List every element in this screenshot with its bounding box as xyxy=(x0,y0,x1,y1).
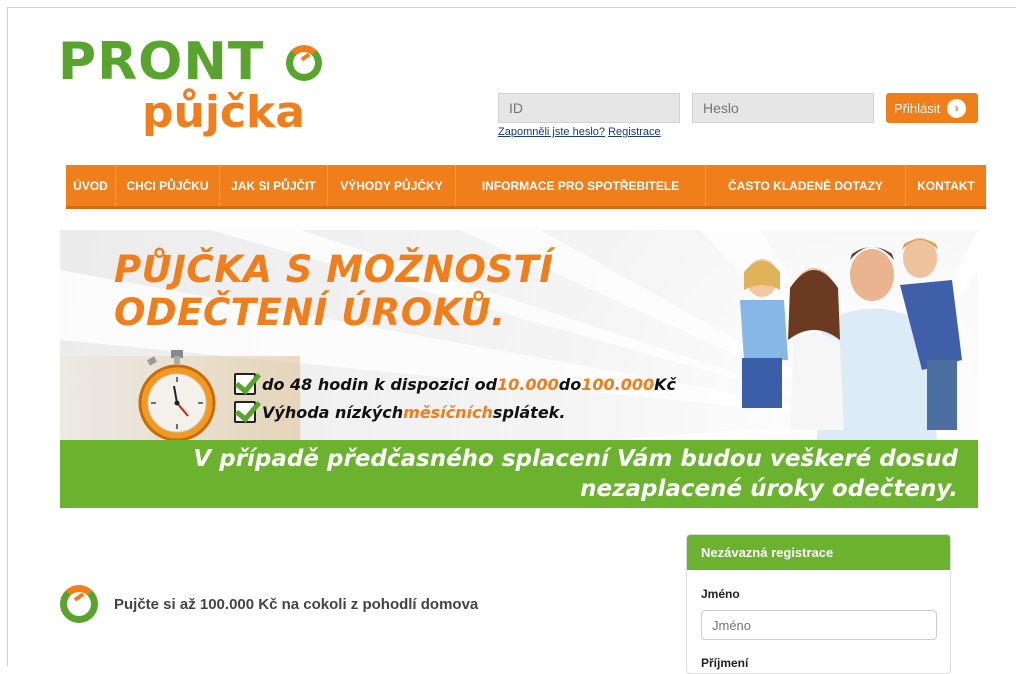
stopwatch-icon xyxy=(138,350,216,442)
registration-title: Nezávazná registrace xyxy=(687,535,950,570)
bullet-availability: do 48 hodin k dispozici od 10.000 do 100… xyxy=(234,370,676,398)
login-button-label: Přihlásit xyxy=(894,100,941,116)
bullet2-highlight: měsíčních xyxy=(403,402,493,422)
headline-line-1: PŮJČKA S MOŽNOSTÍ xyxy=(114,248,554,291)
logo[interactable]: PRONT půjčka xyxy=(58,32,322,152)
speedometer-icon xyxy=(60,585,98,623)
last-name-label: Příjmení xyxy=(701,656,749,670)
promo-text: Pujčte si až 100.000 Kč na cokoli z poho… xyxy=(114,596,479,613)
login-password-input[interactable] xyxy=(692,93,874,123)
bullet1-text: do 48 hodin k dispozici od xyxy=(262,374,498,394)
forgot-password-link[interactable]: Zapomněli jste heslo? xyxy=(498,126,605,138)
hero-banner[interactable]: PŮJČKA S MOŽNOSTÍ ODEČTENÍ ÚROKŮ. do 48 … xyxy=(60,230,978,508)
bullet-low-installments: Výhoda nízkých měsíčních splátek. xyxy=(234,398,676,426)
nav-item-faq[interactable]: ČASTO KLADENÉ DOTAZY xyxy=(706,165,906,206)
bullet2-text: Výhoda nízkých xyxy=(262,402,404,422)
family-photo xyxy=(740,238,962,440)
nav-item-informace[interactable]: INFORMACE PRO SPOTŘEBITELE xyxy=(456,165,706,206)
banner-bullets: do 48 hodin k dispozici od 10.000 do 100… xyxy=(234,370,676,426)
bullet1-from-amount: 10.000 xyxy=(497,374,559,394)
logo-pujcka-text: půjčka xyxy=(142,87,305,138)
nav-item-chci-pujcku[interactable]: CHCI PŮJČKU xyxy=(116,165,220,206)
banner-headline: PŮJČKA S MOŽNOSTÍ ODEČTENÍ ÚROKŮ. xyxy=(114,248,553,334)
speedometer-o-icon xyxy=(286,45,322,81)
checkbox-checked-icon xyxy=(234,373,256,395)
first-name-input[interactable] xyxy=(701,610,937,640)
logo-pronto-text: PRONT xyxy=(58,32,265,92)
login-id-input[interactable] xyxy=(498,93,680,123)
login-links: Zapomněli jste heslo? Registrace xyxy=(498,126,661,138)
bullet1-currency: Kč xyxy=(654,374,676,394)
first-name-label: Jméno xyxy=(701,587,740,601)
banner-green-text: V případě předčasného splacení Vám budou… xyxy=(138,440,958,504)
bullet1-mid-text: do xyxy=(558,374,582,394)
bullet2-post-text: splátek. xyxy=(492,402,566,422)
main-nav: ÚVOD CHCI PŮJČKU JAK SI PŮJČIT VÝHODY PŮ… xyxy=(66,165,986,209)
bullet1-to-amount: 100.000 xyxy=(581,374,655,394)
arrow-right-icon: › xyxy=(947,98,967,118)
register-link[interactable]: Registrace xyxy=(608,126,661,138)
login-button[interactable]: Přihlásit › xyxy=(886,93,978,123)
green-line-2: nezaplacené úroky odečteny. xyxy=(580,476,958,502)
checkbox-checked-icon xyxy=(234,401,256,423)
nav-item-kontakt[interactable]: KONTAKT xyxy=(906,165,986,206)
nav-item-vyhody-pujcky[interactable]: VÝHODY PŮJČKY xyxy=(328,165,456,206)
green-line-1: V případě předčasného splacení Vám budou… xyxy=(193,446,958,472)
nav-item-jak-si-pujcit[interactable]: JAK SI PŮJČIT xyxy=(220,165,328,206)
nav-item-uvod[interactable]: ÚVOD xyxy=(66,165,116,206)
registration-panel: Nezávazná registrace Jméno Příjmení xyxy=(686,534,951,674)
headline-line-2: ODEČTENÍ ÚROKŮ. xyxy=(114,291,506,334)
